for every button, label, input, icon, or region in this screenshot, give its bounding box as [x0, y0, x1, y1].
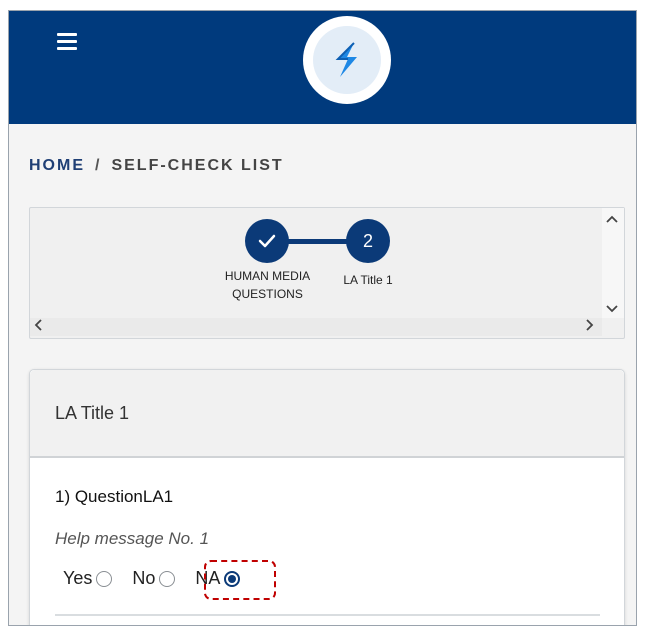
radio-yes[interactable]	[96, 570, 113, 587]
top-bar	[9, 11, 636, 124]
step-2-marker[interactable]: 2	[346, 219, 390, 263]
app-logo[interactable]	[303, 16, 391, 104]
chevron-up-icon[interactable]	[606, 211, 618, 225]
stepper-panel: 2 HUMAN MEDIA QUESTIONS LA Title 1	[29, 207, 625, 339]
answer-options: Yes No NA	[63, 568, 260, 589]
app-frame: HOME / SELF-CHECK LIST 2 HUMAN MEDIA QUEST…	[8, 10, 637, 626]
hamburger-icon[interactable]	[57, 33, 77, 50]
step-2-label: LA Title 1	[343, 273, 393, 287]
step-1-label: HUMAN MEDIA QUESTIONS	[210, 267, 325, 303]
checkmark-icon	[258, 234, 276, 248]
step-1-label-line1: HUMAN MEDIA	[224, 269, 311, 283]
option-yes-label: Yes	[63, 568, 93, 588]
horizontal-scrollbar[interactable]	[30, 318, 602, 336]
option-yes[interactable]: Yes	[63, 568, 113, 589]
section-title: LA Title 1	[55, 403, 130, 423]
step-1-marker[interactable]	[245, 219, 289, 263]
card-header: LA Title 1	[30, 370, 624, 458]
breadcrumb-separator: /	[95, 157, 102, 174]
question-text: 1) QuestionLA1	[55, 487, 174, 506]
option-na[interactable]: NA	[195, 568, 241, 589]
chevron-right-icon[interactable]	[586, 319, 594, 333]
option-na-label: NA	[195, 568, 221, 588]
question-card: LA Title 1 1) QuestionLA1 Help message N…	[29, 369, 625, 625]
step-1-label-line2: QUESTIONS	[232, 287, 303, 301]
breadcrumb: HOME / SELF-CHECK LIST	[29, 157, 284, 175]
card-divider	[55, 614, 600, 616]
option-no[interactable]: No	[132, 568, 176, 589]
radio-no[interactable]	[159, 570, 176, 587]
breadcrumb-current: SELF-CHECK LIST	[111, 157, 284, 174]
chevron-down-icon[interactable]	[606, 301, 618, 315]
option-no-label: No	[132, 568, 156, 588]
logo-mark	[313, 26, 381, 94]
help-message: Help message No. 1	[55, 529, 210, 548]
chevron-left-icon[interactable]	[34, 319, 42, 333]
breadcrumb-home[interactable]: HOME	[29, 157, 85, 174]
radio-na[interactable]	[224, 570, 241, 587]
